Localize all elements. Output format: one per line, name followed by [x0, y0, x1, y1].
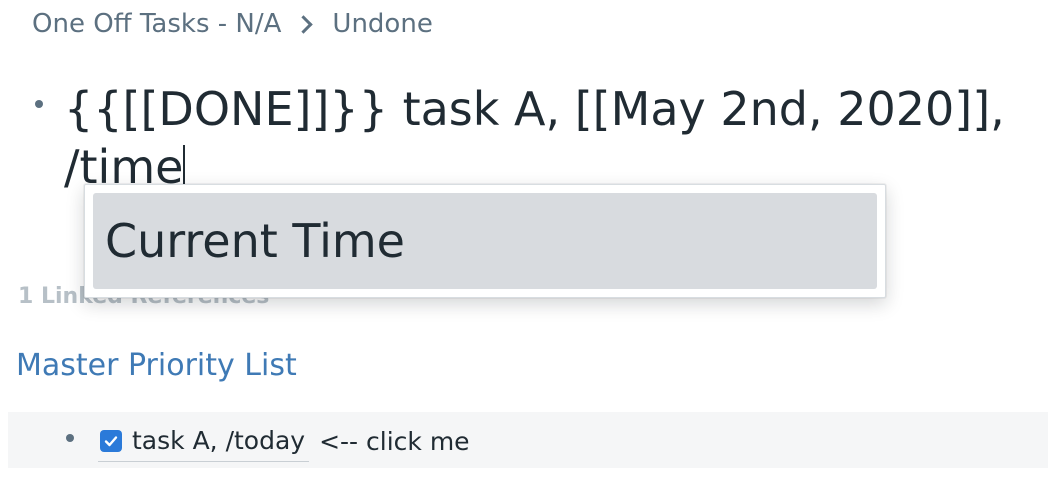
chevron-right-icon: [294, 14, 314, 34]
bullet-icon[interactable]: [35, 100, 43, 108]
task-text: task A, /today: [132, 426, 306, 455]
task-suffix-text: <-- click me: [319, 426, 470, 456]
checkmark-icon: [104, 435, 118, 446]
breadcrumb-parent[interactable]: One Off Tasks - N/A: [32, 9, 281, 39]
text-caret: [183, 145, 186, 189]
linked-reference-block: task A, /today <-- click me: [8, 412, 1048, 468]
linked-reference-page-title[interactable]: Master Priority List: [16, 348, 297, 383]
breadcrumb: One Off Tasks - N/A Undone: [32, 6, 433, 42]
task-checkbox[interactable]: [100, 429, 122, 452]
block-editor[interactable]: {{[[DONE]]}} task A, [[May 2nd, 2020]], …: [64, 80, 1044, 196]
block-reference[interactable]: task A, /today: [98, 421, 310, 462]
breadcrumb-current: Undone: [332, 9, 433, 39]
page: One Off Tasks - N/A Undone {{[[DONE]]}} …: [0, 0, 1048, 504]
autocomplete-item-current-time[interactable]: Current Time: [93, 193, 877, 289]
bullet-icon[interactable]: [66, 434, 74, 442]
autocomplete-popup: Current Time: [84, 184, 886, 298]
block-text: {{[[DONE]]}} task A, [[May 2nd, 2020]], …: [64, 82, 1020, 194]
linked-reference-block-content[interactable]: task A, /today <-- click me: [98, 420, 470, 462]
